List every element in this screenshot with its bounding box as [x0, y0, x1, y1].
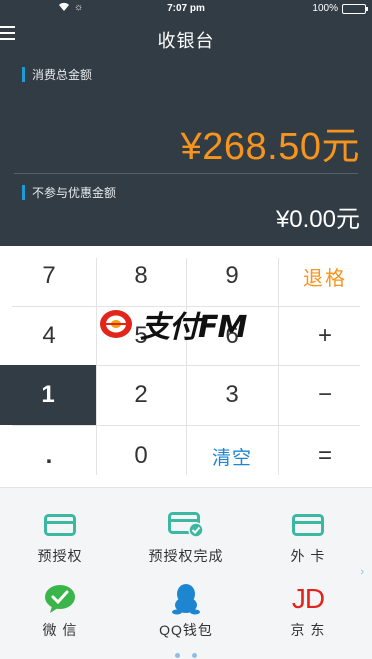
wechat-pay-button[interactable]: 微 信	[0, 584, 120, 640]
preauth-complete-label: 预授权完成	[148, 548, 224, 564]
card-check-icon	[126, 510, 246, 540]
accent-bar	[22, 184, 25, 200]
discount-label-row: 不参与优惠金额	[22, 184, 116, 200]
accent-bar	[22, 66, 25, 82]
decimal-key[interactable]: .	[4, 425, 94, 487]
key-9[interactable]: 9	[186, 246, 278, 306]
divider	[14, 173, 358, 174]
page-dot-active[interactable]	[174, 653, 180, 658]
jd-pay-label: 京 东	[290, 622, 326, 638]
card-icon	[0, 510, 120, 540]
total-amount-label-row: 消费总金额	[22, 66, 92, 82]
key-7[interactable]: 7	[4, 246, 94, 306]
qq-wallet-button[interactable]: QQ钱包	[126, 584, 246, 640]
jd-pay-button[interactable]: JD 京 东	[248, 583, 368, 640]
page-title: 收银台	[157, 31, 215, 51]
jd-logo: JD	[291, 583, 325, 614]
total-amount-value: ¥268.50元	[180, 126, 360, 168]
wechat-icon	[0, 584, 120, 614]
battery-percent: 100%	[312, 3, 338, 14]
status-bar: ☼ 7:07 pm 100%	[0, 0, 372, 18]
preauth-button[interactable]: 预授权	[0, 510, 120, 566]
payment-options-tray: 预授权 预授权完成 外 卡 微 信 QQ钱包 JD 京 东 ›	[0, 487, 372, 659]
key-4[interactable]: 4	[4, 306, 94, 365]
preauth-complete-button[interactable]: 预授权完成	[126, 510, 246, 566]
qq-icon	[126, 584, 246, 615]
card-icon	[248, 510, 368, 540]
clear-key[interactable]: 清空	[186, 425, 278, 487]
key-1[interactable]: 1	[0, 365, 96, 425]
key-2[interactable]: 2	[96, 365, 186, 425]
key-8[interactable]: 8	[96, 246, 186, 306]
discount-amount-value: ¥0.00元	[275, 206, 360, 233]
chevron-right-icon[interactable]: ›	[360, 566, 364, 578]
minus-key[interactable]: −	[278, 365, 372, 425]
page-indicator	[0, 645, 372, 659]
keypad: 7 8 9 退格 4 5 6 + 1 2 3 − . 0 清空 = 支付FM	[0, 246, 372, 487]
foreign-card-button[interactable]: 外 卡	[248, 510, 368, 566]
key-3[interactable]: 3	[186, 365, 278, 425]
equals-key[interactable]: =	[278, 425, 372, 487]
plus-key[interactable]: +	[278, 306, 372, 365]
amount-header: 收银台 消费总金额 ¥268.50元 不参与优惠金额 ¥0.00元	[0, 18, 372, 246]
wechat-pay-label: 微 信	[42, 622, 78, 638]
page-dot[interactable]	[192, 653, 198, 658]
battery-icon	[342, 4, 368, 14]
backspace-key[interactable]: 退格	[278, 246, 372, 306]
key-0[interactable]: 0	[96, 425, 186, 487]
key-6[interactable]: 6	[186, 306, 278, 365]
key-5[interactable]: 5	[96, 306, 186, 365]
foreign-card-label: 外 卡	[290, 548, 326, 564]
preauth-label: 预授权	[37, 548, 83, 564]
qq-wallet-label: QQ钱包	[159, 622, 213, 638]
total-amount-label: 消费总金额	[32, 67, 93, 82]
discount-amount-label: 不参与优惠金额	[32, 185, 117, 200]
